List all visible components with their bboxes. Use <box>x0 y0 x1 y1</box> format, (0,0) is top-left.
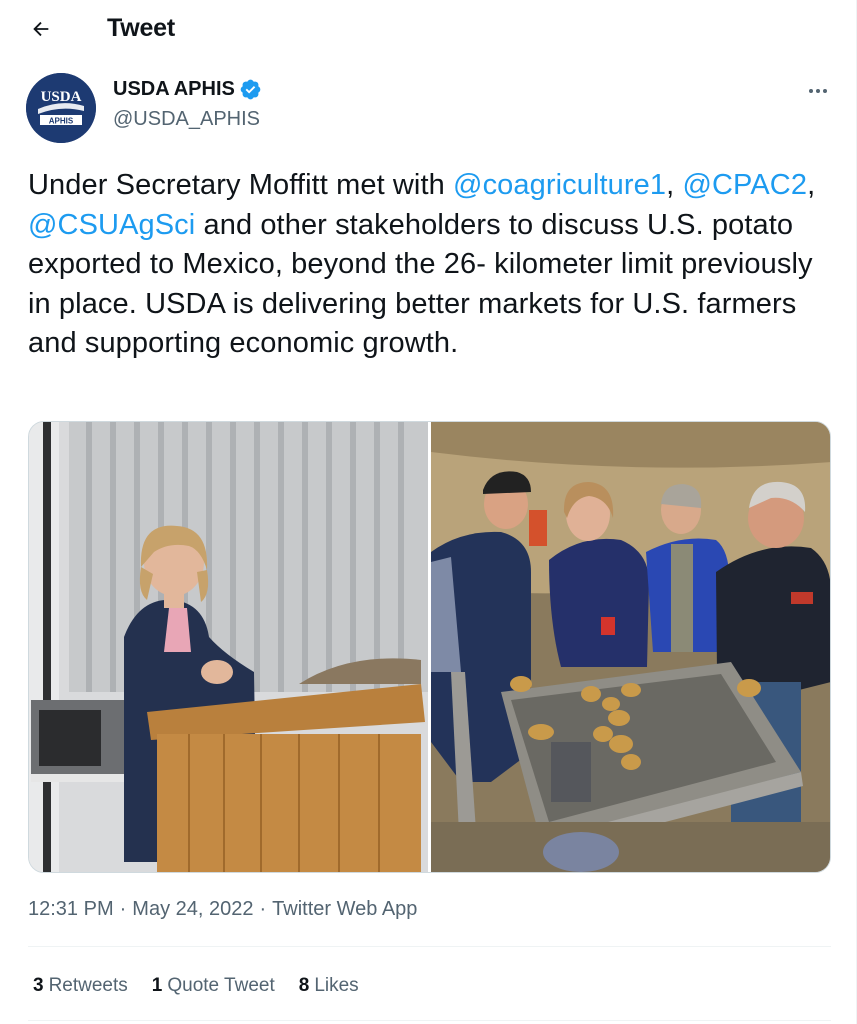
podium-photo <box>29 422 428 872</box>
quote-tweets-stat[interactable]: 1 Quote Tweet <box>152 975 275 997</box>
divider <box>28 1020 831 1021</box>
divider <box>28 946 831 947</box>
tweet-text: Under Secretary Moffitt met with @coagri… <box>28 166 818 364</box>
svg-text:APHIS: APHIS <box>49 117 74 126</box>
usda-logo: USDA APHIS <box>26 73 96 143</box>
tweet-text-segment: Under Secretary Moffitt met with <box>28 169 454 201</box>
author-handle[interactable]: @USDA_APHIS <box>113 108 260 131</box>
photo-podium-speaker[interactable] <box>29 422 428 872</box>
author-display-name[interactable]: USDA APHIS <box>113 78 235 101</box>
meta-separator: · <box>259 898 267 920</box>
retweets-label: Retweets <box>48 975 128 996</box>
page-header: Tweet <box>0 0 857 58</box>
tweet-timestamp: 12:31 PM · May 24, 2022 · Twitter Web Ap… <box>28 898 417 921</box>
likes-count: 8 <box>298 975 310 996</box>
tweet-time[interactable]: 12:31 PM <box>28 898 114 921</box>
quote-tweets-label: Quote Tweet <box>167 975 275 996</box>
avatar[interactable]: USDA APHIS <box>26 73 96 143</box>
likes-label: Likes <box>314 975 359 996</box>
svg-text:USDA: USDA <box>41 89 82 105</box>
tweet-text-segment: , <box>807 169 816 201</box>
back-button[interactable] <box>22 10 60 48</box>
tweet-text-segment: , <box>666 169 683 201</box>
tweet-source[interactable]: Twitter Web App <box>272 898 417 921</box>
tweet-date[interactable]: May 24, 2022 <box>132 898 253 921</box>
tweet-media[interactable] <box>28 421 831 873</box>
tweet-stats: 3 Retweets 1 Quote Tweet 8 Likes <box>33 975 359 997</box>
mention-link[interactable]: @CSUAgSci <box>28 209 195 241</box>
tweet-detail-page: Tweet USDA APHIS USDA APHIS @USDA_APHIS … <box>0 0 857 1024</box>
verified-badge-icon <box>240 79 261 100</box>
mention-link[interactable]: @coagriculture1 <box>453 169 666 201</box>
retweets-stat[interactable]: 3 Retweets <box>33 975 128 997</box>
arrow-left-icon <box>33 21 49 37</box>
retweets-count: 3 <box>33 975 44 996</box>
author-name-row[interactable]: USDA APHIS <box>113 78 262 101</box>
more-options-button[interactable] <box>800 76 836 106</box>
photo-potato-sorting[interactable] <box>431 422 830 872</box>
likes-stat[interactable]: 8 Likes <box>299 975 359 997</box>
potato-cellar-photo <box>431 422 830 872</box>
more-horizontal-icon <box>809 89 813 93</box>
meta-separator: · <box>119 898 127 920</box>
quote-tweets-count: 1 <box>151 975 163 996</box>
page-title: Tweet <box>107 14 175 42</box>
mention-link[interactable]: @CPAC2 <box>682 169 807 201</box>
